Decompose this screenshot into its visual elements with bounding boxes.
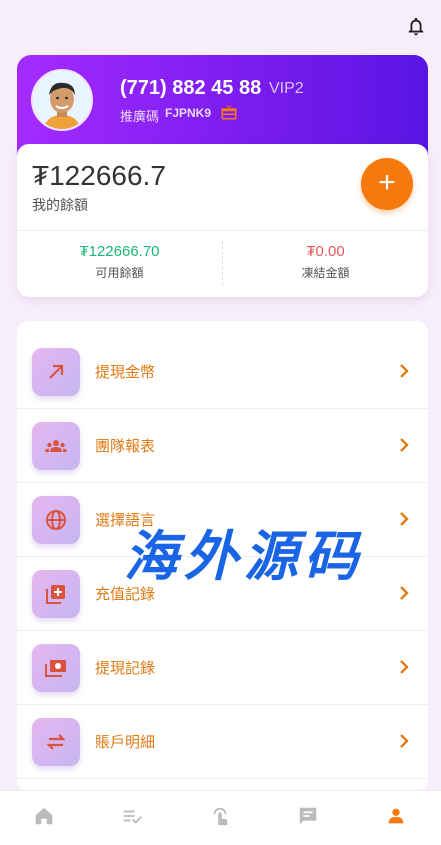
watermark: 海外源码 bbox=[124, 524, 364, 588]
person-icon bbox=[388, 808, 404, 824]
referral-code: FJPNK9 bbox=[165, 106, 212, 120]
touch-icon bbox=[213, 807, 228, 826]
chevron-right-icon bbox=[400, 660, 409, 674]
menu-label: 提現金幣 bbox=[95, 364, 156, 381]
menu-item-withdraw-records[interactable]: 提現記錄 bbox=[17, 631, 428, 705]
bell-icon[interactable] bbox=[405, 16, 427, 38]
nav-profile[interactable] bbox=[352, 791, 440, 845]
menu-label: 團隊報表 bbox=[95, 438, 156, 455]
menu-label: 賬戶明細 bbox=[95, 734, 156, 751]
team-icon bbox=[45, 440, 67, 452]
menu-item-withdraw-coins[interactable]: 提現金幣 bbox=[17, 335, 428, 409]
phone-number: (771) 882 45 88 bbox=[120, 77, 262, 99]
balance-amount: ₮122666.7 bbox=[32, 160, 166, 191]
task-list-icon bbox=[123, 810, 142, 824]
nav-touch[interactable] bbox=[176, 791, 264, 845]
message-icon bbox=[299, 807, 317, 825]
menu-icon-box bbox=[32, 422, 80, 470]
top-bar bbox=[0, 0, 441, 54]
menu-icon-box bbox=[32, 496, 80, 544]
avatar[interactable] bbox=[31, 69, 93, 131]
nav-home[interactable] bbox=[0, 791, 88, 845]
vip-level: VIP2 bbox=[269, 80, 304, 97]
gift-icon[interactable] bbox=[220, 103, 238, 121]
add-box-icon bbox=[46, 585, 65, 604]
chevron-right-icon bbox=[400, 438, 409, 452]
menu-icon-box bbox=[32, 718, 80, 766]
chevron-right-icon bbox=[400, 734, 409, 748]
frozen-label: 凍結金額 bbox=[301, 266, 350, 280]
chevron-right-icon bbox=[400, 586, 409, 600]
arrow-up-right-icon bbox=[49, 364, 64, 379]
menu-item-account-details[interactable]: 賬戶明細 bbox=[17, 705, 428, 779]
frozen-balance: ₮0.00 凍結金額 bbox=[223, 243, 428, 281]
menu-icon-box bbox=[32, 570, 80, 618]
menu-icon-box bbox=[32, 644, 80, 692]
swap-icon bbox=[46, 734, 66, 750]
available-value: ₮122666.70 bbox=[79, 243, 160, 260]
plus-icon: + bbox=[378, 166, 396, 199]
balance-label: 我的餘額 bbox=[32, 197, 88, 213]
chevron-right-icon bbox=[400, 364, 409, 378]
nav-messages[interactable] bbox=[264, 791, 352, 845]
chevron-right-icon bbox=[400, 512, 409, 526]
menu-label: 提現記錄 bbox=[95, 660, 156, 677]
balance-card: ₮122666.7 我的餘額 + ₮122666.70 可用餘額 ₮0.00 凍… bbox=[17, 144, 428, 297]
globe-icon bbox=[46, 510, 66, 530]
menu-icon-box bbox=[32, 348, 80, 396]
referral-label: 推廣碼 bbox=[120, 109, 160, 124]
available-label: 可用餘額 bbox=[95, 266, 144, 280]
divider bbox=[17, 230, 428, 231]
available-balance: ₮122666.70 可用餘額 bbox=[17, 243, 222, 281]
menu-item-team-report[interactable]: 團隊報表 bbox=[17, 409, 428, 483]
cash-icon bbox=[45, 660, 66, 677]
nav-tasks[interactable] bbox=[88, 791, 176, 845]
add-funds-button[interactable]: + bbox=[361, 158, 413, 210]
frozen-value: ₮0.00 bbox=[306, 243, 345, 260]
bottom-nav bbox=[0, 790, 441, 845]
home-icon bbox=[35, 807, 53, 825]
